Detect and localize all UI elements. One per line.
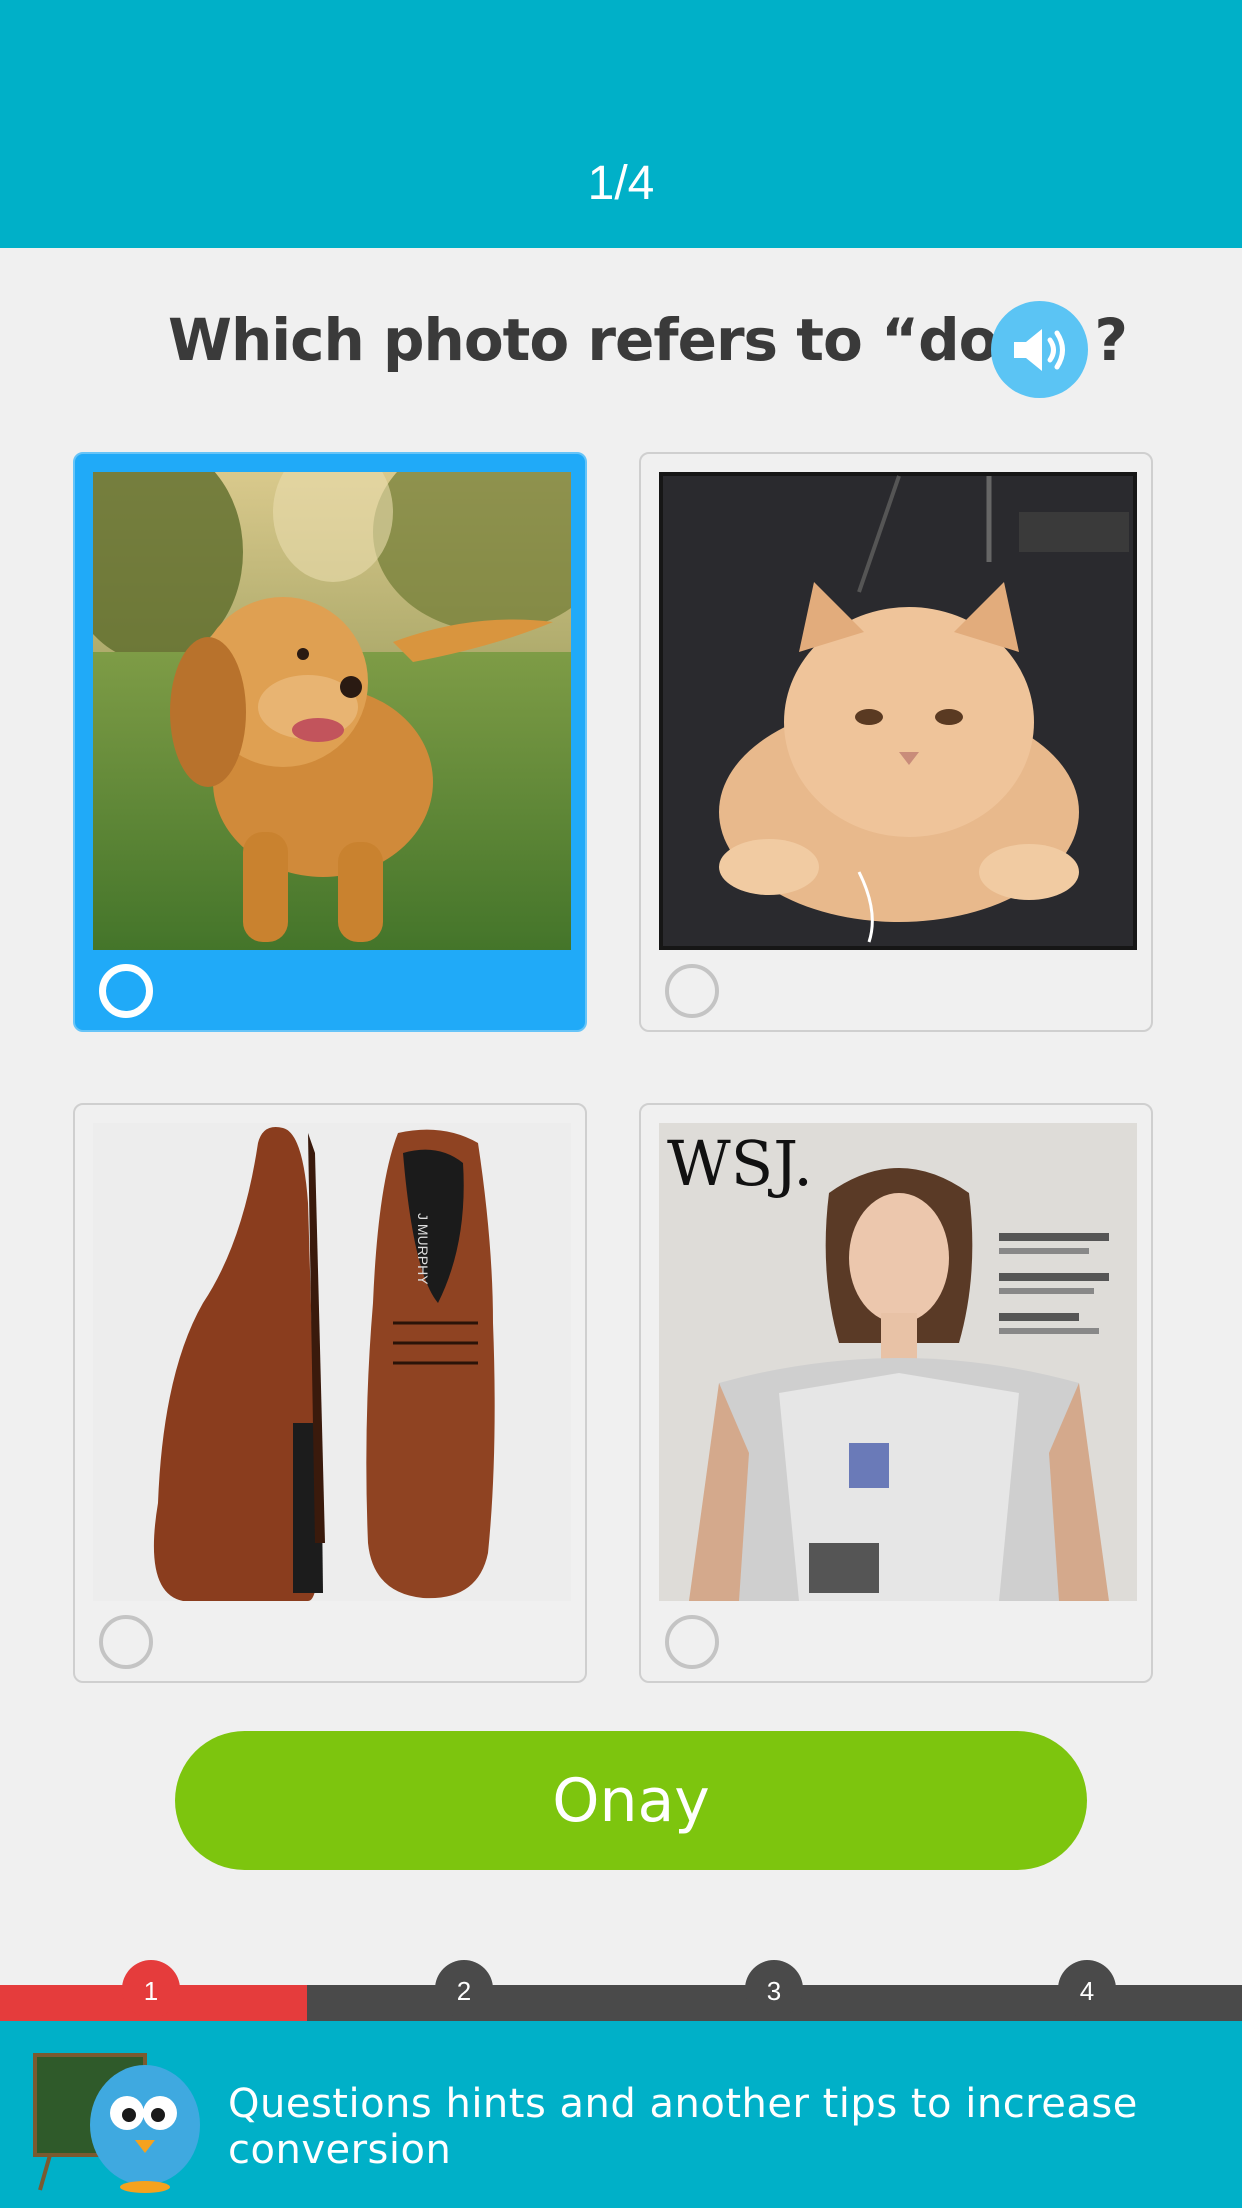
question-text: Which photo refers to “dog” ? [168, 306, 1128, 374]
step-progress-track [0, 1985, 1242, 2021]
hint-text: Questions hints and another tips to incr… [228, 2081, 1138, 2173]
option-card-cat[interactable] [639, 452, 1153, 1032]
bird-teacher-mascot-icon [30, 2045, 210, 2195]
step-4: 4 [1058, 1960, 1116, 2018]
option-card-magazine[interactable]: WSJ. [639, 1103, 1153, 1683]
step-2: 2 [435, 1960, 493, 2018]
cat-photo [659, 472, 1137, 950]
option-card-shoes[interactable]: J MURPHY [73, 1103, 587, 1683]
question-progress: 1/4 [587, 157, 655, 210]
magazine-photo: WSJ. [659, 1123, 1137, 1601]
option-card-dog[interactable] [73, 452, 587, 1032]
dog-photo [93, 472, 571, 950]
option-radio[interactable] [99, 964, 153, 1018]
svg-text:WSJ.: WSJ. [667, 1127, 813, 1200]
confirm-button[interactable]: Onay [175, 1731, 1087, 1870]
shoes-photo: J MURPHY [93, 1123, 571, 1601]
option-radio[interactable] [99, 1615, 153, 1669]
speaker-icon [1013, 328, 1065, 371]
step-3: 3 [745, 1960, 803, 2018]
hint-footer: Questions hints and another tips to incr… [0, 2021, 1242, 2208]
audio-play-button[interactable] [991, 301, 1088, 398]
step-1: 1 [122, 1960, 180, 2018]
option-radio[interactable] [665, 964, 719, 1018]
option-radio[interactable] [665, 1615, 719, 1669]
top-header-bar: 1/4 [0, 0, 1242, 248]
svg-text:J MURPHY: J MURPHY [415, 1213, 431, 1285]
